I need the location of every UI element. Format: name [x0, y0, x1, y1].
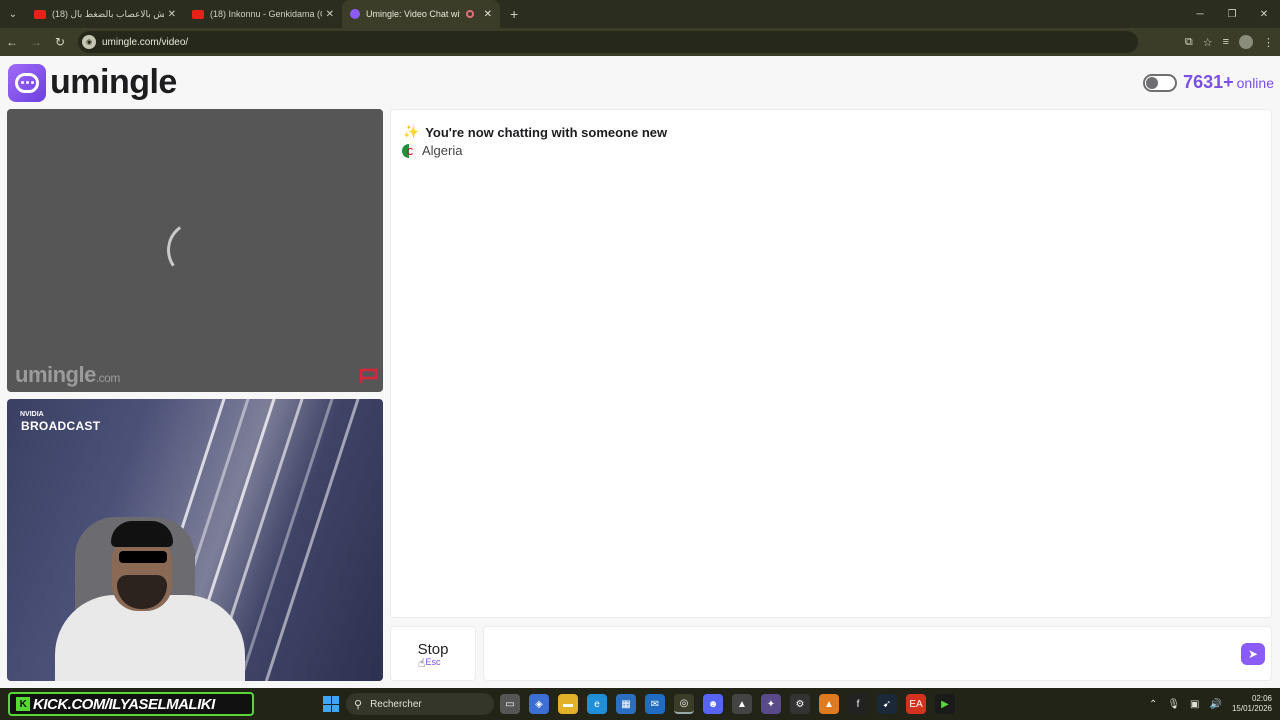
tab-title: (18) ماتش بالاعصاب بالضغط بال — [52, 8, 164, 19]
umingle-logo[interactable]: umingle — [8, 63, 177, 102]
umingle-icon — [350, 9, 360, 19]
browser-tab-1[interactable]: (18) ماتش بالاعصاب بالضغط بال ✕ — [26, 0, 184, 28]
back-arrow-icon[interactable]: ← — [0, 35, 24, 49]
window-controls: ─ ❐ ✕ — [1184, 0, 1280, 28]
tab-title: (18) Inkonnu - Genkidama (Offi — [210, 9, 322, 19]
taskbar-apps: ▭ ◈ ▬ e ▦ ✉ ◎ ☻ ▲ ✦ ⚙ ▲ f ➹ EA ▶ — [500, 694, 955, 714]
nvidia-app-icon[interactable]: f — [848, 694, 868, 714]
photos-icon[interactable]: ▲ — [732, 694, 752, 714]
status-message: You're now chatting with someone new — [425, 124, 668, 140]
search-placeholder: Rechercher — [370, 698, 422, 710]
vlc-icon[interactable]: ▲ — [819, 694, 839, 714]
steam-icon[interactable]: ➹ — [877, 694, 897, 714]
close-tab-icon[interactable]: ✕ — [168, 9, 176, 20]
forward-arrow-icon[interactable]: → — [24, 35, 48, 49]
kick-app-icon[interactable]: ▶ — [935, 694, 955, 714]
online-label: online — [1236, 74, 1274, 91]
brand-name: umingle — [50, 63, 177, 101]
stream-banner-text: KICK.COM/ILYASELMALIKI — [33, 695, 215, 713]
tab-title: Umingle: Video Chat with S — [366, 9, 460, 19]
online-count: 7631+ — [1183, 72, 1234, 92]
watermark-suffix: .com — [95, 371, 121, 385]
browser-tab-2[interactable]: (18) Inkonnu - Genkidama (Offi ✕ — [184, 0, 342, 28]
new-tab-button[interactable]: + — [510, 6, 518, 22]
tray-chevron-icon[interactable]: ⌃ — [1149, 699, 1157, 710]
minimize-icon[interactable]: ─ — [1184, 9, 1216, 20]
youtube-icon — [34, 9, 46, 19]
kick-stream-banner: K KICK.COM/ILYASELMALIKI — [8, 692, 254, 716]
kick-logo-icon: K — [16, 697, 30, 711]
ea-app-icon[interactable]: EA — [906, 694, 926, 714]
country-name: Algeria — [422, 143, 463, 158]
toolbar-right-icons: ⧉ ☆ ≡ ⋮ — [1185, 28, 1274, 56]
esc-shortcut-label: Esc — [425, 656, 441, 667]
mouse-cursor-icon: ☝ — [418, 656, 426, 670]
send-button[interactable]: ➤ — [1241, 643, 1265, 665]
send-arrow-icon: ➤ — [1247, 647, 1259, 661]
close-tab-icon[interactable]: ✕ — [326, 9, 334, 20]
discord-icon[interactable]: ☻ — [703, 694, 723, 714]
loading-spinner-icon — [162, 216, 230, 284]
store-icon[interactable]: ▦ — [616, 694, 636, 714]
maximize-icon[interactable]: ❐ — [1216, 9, 1248, 20]
stop-button[interactable]: Stop Esc — [390, 626, 476, 681]
url-text: umingle.com/video/ — [102, 36, 189, 48]
umingle-watermark: umingle.com — [15, 362, 120, 388]
microphone-icon[interactable]: 🎙 — [1167, 699, 1180, 710]
browser-tab-3-active[interactable]: Umingle: Video Chat with S ✕ — [342, 0, 500, 28]
clock[interactable]: 02:06 15/01/2026 — [1232, 694, 1272, 714]
algeria-flag-icon — [402, 143, 416, 158]
bookmark-star-icon[interactable]: ☆ — [1203, 36, 1213, 49]
chrome-icon[interactable]: ◎ — [674, 694, 694, 714]
profile-avatar[interactable] — [1239, 35, 1253, 49]
task-view-icon[interactable]: ▭ — [500, 694, 520, 714]
volume-icon[interactable]: 🔊 — [1210, 699, 1222, 710]
network-icon[interactable]: ▣ — [1190, 699, 1199, 710]
youtube-icon — [192, 9, 204, 19]
local-video: NVIDIA BROADCAST — [7, 399, 383, 681]
menu-kebab-icon[interactable]: ⋮ — [1263, 36, 1274, 49]
chat-panel: ✨ You're now chatting with someone new A… — [390, 109, 1272, 618]
reload-icon[interactable]: ↻ — [48, 35, 72, 49]
address-toolbar: ← → ↻ ◉ umingle.com/video/ ⧉ ☆ ≡ ⋮ — [0, 28, 1280, 56]
windows-taskbar: K KICK.COM/ILYASELMALIKI ⚲ Rechercher ▭ … — [0, 688, 1280, 720]
sparkle-icon: ✨ — [403, 124, 420, 139]
clock-time: 02:06 — [1251, 694, 1272, 703]
url-bar[interactable]: ◉ umingle.com/video/ — [78, 31, 1138, 53]
stop-label: Stop — [417, 640, 449, 658]
chat-bubble-logo-icon — [8, 63, 46, 102]
partner-country: Algeria — [402, 143, 462, 158]
close-tab-icon[interactable]: ✕ — [484, 9, 492, 20]
browser-tab-strip: ⌄ (18) ماتش بالاعصاب بالضغط بال ✕ (18) I… — [0, 0, 1280, 28]
settings-gear-icon[interactable]: ⚙ — [790, 694, 810, 714]
close-window-icon[interactable]: ✕ — [1248, 9, 1280, 20]
message-input[interactable]: ➤ — [483, 626, 1272, 681]
clock-date: 15/01/2026 — [1231, 704, 1272, 713]
recording-indicator-icon — [465, 10, 474, 18]
gamepad-icon[interactable]: ✦ — [761, 694, 781, 714]
remote-video: umingle.com — [7, 109, 383, 392]
nvidia-label: NVIDIA — [20, 411, 44, 418]
translate-icon[interactable]: ⧉ — [1185, 36, 1193, 49]
edge-icon[interactable]: e — [587, 694, 607, 714]
person-cap — [111, 521, 173, 547]
copilot-icon[interactable]: ◈ — [529, 694, 549, 714]
tab-search-chevron-icon[interactable]: ⌄ — [0, 0, 26, 28]
watermark-main: umingle — [15, 362, 96, 387]
search-icon: ⚲ — [354, 698, 363, 711]
online-status: 7631+ online — [1143, 72, 1274, 93]
taskbar-search[interactable]: ⚲ Rechercher — [346, 693, 494, 715]
system-tray: ⌃ 🎙 ▣ 🔊 02:06 15/01/2026 — [1149, 688, 1272, 720]
theme-toggle[interactable] — [1143, 73, 1178, 92]
media-controls-icon[interactable]: ≡ — [1223, 36, 1229, 48]
report-flag-icon[interactable] — [359, 368, 379, 384]
windows-start-icon[interactable] — [323, 696, 339, 712]
system-message: ✨ You're now chatting with someone new — [403, 124, 667, 140]
site-info-icon[interactable]: ◉ — [82, 35, 96, 49]
file-explorer-icon[interactable]: ▬ — [558, 694, 578, 714]
person-sunglasses — [119, 551, 167, 563]
broadcast-label: BROADCAST — [21, 419, 101, 433]
outlook-icon[interactable]: ✉ — [645, 694, 665, 714]
umingle-page: umingle 7631+ online umingle.com NVIDIA … — [0, 56, 1280, 688]
